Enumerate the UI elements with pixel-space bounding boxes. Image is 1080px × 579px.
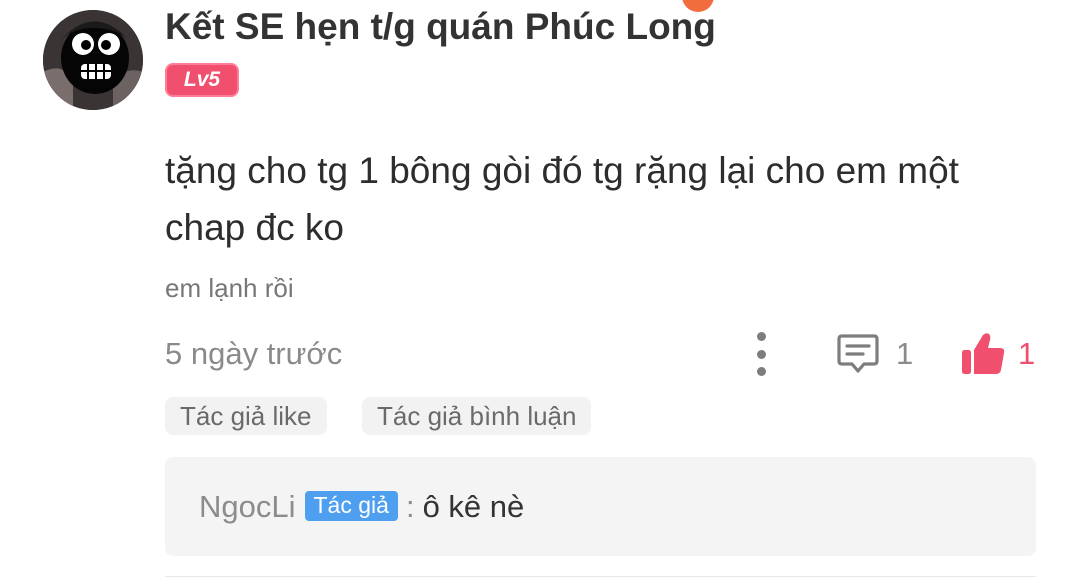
tag-author-like[interactable]: Tác giả like (165, 397, 327, 435)
like-count: 1 (1018, 336, 1036, 371)
divider (165, 576, 1036, 577)
comment-timestamp: 5 ngày trước (165, 336, 343, 371)
reply-message: ô kê nè (422, 488, 525, 524)
tag-author-comment[interactable]: Tác giả bình luận (362, 397, 592, 435)
comment-subtitle: em lạnh rồi (165, 273, 294, 303)
more-vertical-icon (756, 332, 766, 341)
reply-count: 1 (896, 336, 914, 371)
like-button[interactable]: 1 (960, 330, 1035, 378)
avatar-image (43, 10, 143, 110)
comment-text: tặng cho tg 1 bông gòi đó tg rặng lại ch… (165, 150, 959, 248)
author-reply[interactable]: NgocLi Tác giả : ô kê nè (165, 457, 1036, 556)
avatar[interactable] (43, 10, 143, 110)
level-badge: Lv5 (165, 63, 239, 97)
more-options-button[interactable] (748, 332, 774, 376)
reply-separator: : (405, 488, 415, 524)
comment-icon (837, 334, 879, 373)
reply-button[interactable]: 1 (836, 332, 913, 376)
reply-author-name[interactable]: NgocLi (199, 489, 296, 525)
thumbs-up-icon (962, 333, 1005, 374)
author-badge: Tác giả (304, 490, 398, 521)
comment-username[interactable]: Kết SE hẹn t/g quán Phúc Long (165, 6, 716, 48)
